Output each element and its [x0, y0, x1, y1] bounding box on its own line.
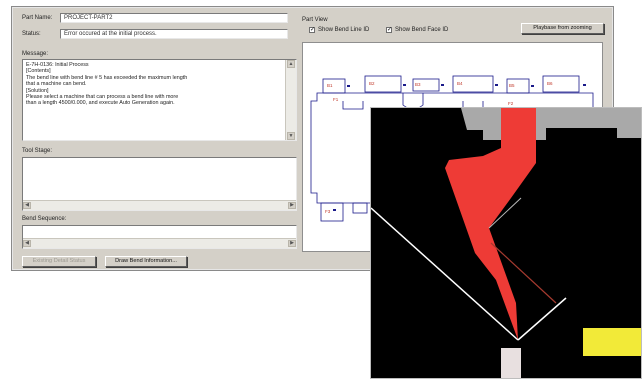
- bend-sequence-box[interactable]: ◀ ▶: [22, 225, 297, 249]
- tool-stage-label: Tool Stage:: [22, 148, 53, 154]
- message-label: Message:: [22, 51, 49, 57]
- lower-die: [501, 348, 521, 378]
- show-bend-line-id-checkbox[interactable]: ✓: [309, 27, 315, 33]
- bend-id-label: F2: [508, 101, 514, 106]
- bend-id-label: B5: [509, 83, 515, 88]
- message-textbox[interactable]: E-7H-0136: Initial Process [Contents] Th…: [22, 59, 297, 141]
- bend-id-label: B1: [327, 83, 333, 88]
- show-bend-face-id-label: Show Bend Face ID: [395, 27, 449, 33]
- play-zooming-button[interactable]: Playbase from zooming: [521, 23, 604, 34]
- status-field[interactable]: Error occured at the initial process.: [60, 29, 288, 39]
- punch-tool: [445, 108, 536, 340]
- scroll-down-arrow-icon[interactable]: ▼: [287, 132, 295, 140]
- bend-id-label: B2: [369, 81, 375, 86]
- bend-id-label: B4: [457, 81, 463, 86]
- show-bend-line-id-label: Show Bend Line ID: [318, 27, 370, 33]
- bend-sequence-scrollbar[interactable]: ◀ ▶: [23, 238, 296, 248]
- scroll-left-arrow-icon[interactable]: ◀: [23, 202, 31, 209]
- scroll-right-arrow-icon[interactable]: ▶: [288, 240, 296, 247]
- message-lines: E-7H-0136: Initial Process [Contents] Th…: [26, 62, 282, 107]
- scroll-left-arrow-icon[interactable]: ◀: [23, 240, 31, 247]
- tool-stage-box[interactable]: ◀ ▶: [22, 157, 297, 211]
- message-line: than a length 4500/0.000, and execute Au…: [26, 100, 175, 107]
- scroll-up-arrow-icon[interactable]: ▲: [287, 60, 295, 68]
- message-scrollbar[interactable]: ▲ ▼: [285, 60, 296, 140]
- sheet-right-flange: [517, 297, 567, 341]
- bend-id-label: F1: [333, 97, 339, 102]
- back-gauge-marker: [583, 328, 641, 356]
- bending-simulation-view[interactable]: [370, 107, 642, 379]
- bend-id-label: B6: [547, 81, 553, 86]
- existing-detail-status-button[interactable]: Existing Detail Status: [22, 256, 96, 267]
- part-name-field[interactable]: PROJECT-PART2: [60, 13, 288, 23]
- part-name-label: Part Name:: [22, 15, 53, 21]
- part-view-label: Part View: [302, 17, 328, 23]
- status-label: Status:: [22, 31, 41, 37]
- scroll-right-arrow-icon[interactable]: ▶: [288, 202, 296, 209]
- upper-tool-holder: [461, 108, 641, 140]
- bend-id-label: B3: [415, 82, 421, 87]
- tool-stage-scrollbar[interactable]: ◀ ▶: [23, 200, 296, 210]
- show-bend-face-id-checkbox[interactable]: ✓: [386, 27, 392, 33]
- bend-sequence-label: Bend Sequence:: [22, 216, 67, 222]
- bending-simulation-drawing: [371, 108, 641, 378]
- draw-bend-information-button[interactable]: Draw Bend Information...: [105, 256, 187, 267]
- bend-id-label: F3: [325, 209, 331, 214]
